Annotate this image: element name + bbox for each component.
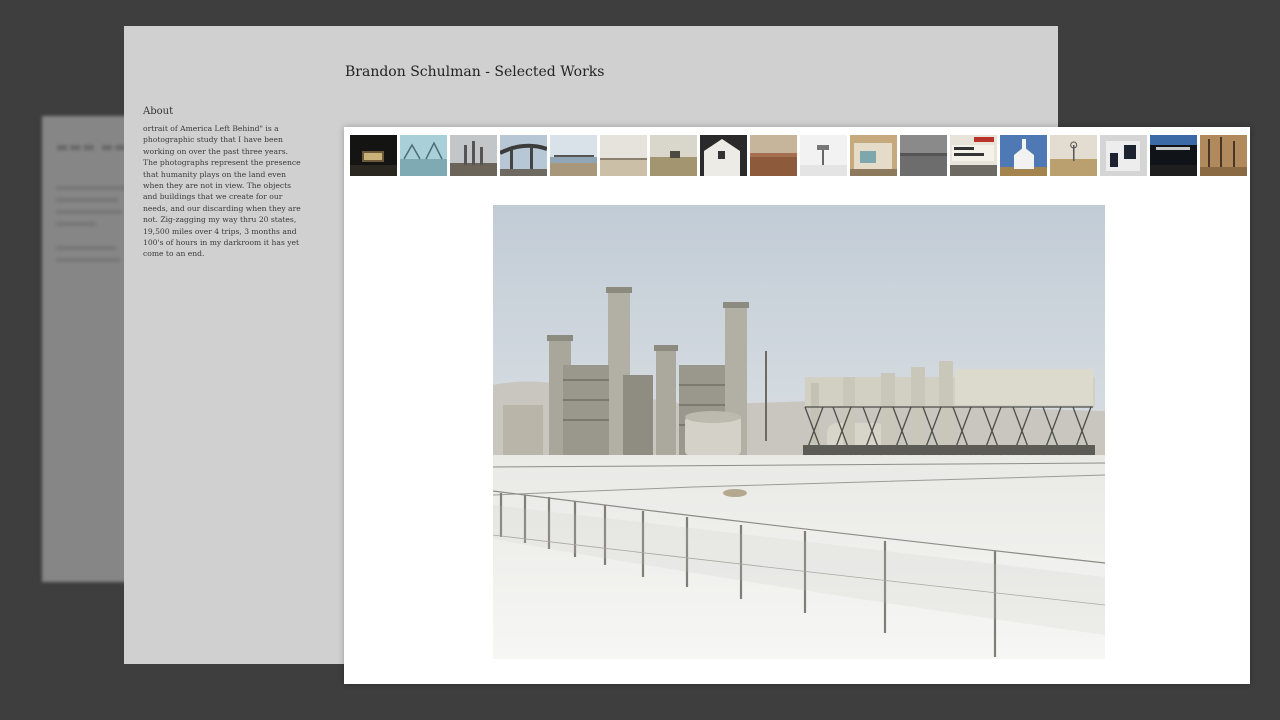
thumbnail-flat-landscape[interactable] xyxy=(600,135,647,176)
thumbnail-motel-sign[interactable] xyxy=(950,135,997,176)
thumbnail-field[interactable] xyxy=(650,135,697,176)
thumbnail-smokestacks[interactable] xyxy=(450,135,497,176)
background-page-title: ▬▬▬ ▬▬ xyxy=(56,140,128,155)
background-text-line xyxy=(56,222,96,226)
thumbnail-white-house[interactable] xyxy=(700,135,747,176)
thumbnail-trees[interactable] xyxy=(1200,135,1247,176)
thumbnail-church[interactable] xyxy=(1000,135,1047,176)
thumbnail-desert[interactable] xyxy=(750,135,797,176)
background-text-line xyxy=(56,258,120,262)
thumbnail-distant-bridge[interactable] xyxy=(550,135,597,176)
site-title[interactable]: Brandon Schulman - Selected Works xyxy=(345,64,604,80)
background-text-line xyxy=(56,198,118,202)
gallery-panel xyxy=(344,127,1250,684)
thumbnail-windmill[interactable] xyxy=(1050,135,1097,176)
thumbnail-bridge[interactable] xyxy=(500,135,547,176)
background-text-line xyxy=(56,186,126,190)
thumbnail-modern-building[interactable] xyxy=(1100,135,1147,176)
thumbnail-strip xyxy=(350,135,1250,177)
about-heading[interactable]: About xyxy=(143,106,173,117)
background-text-line xyxy=(56,210,122,214)
thumbnail-storefront[interactable] xyxy=(850,135,897,176)
thumbnail-gray-flat[interactable] xyxy=(900,135,947,176)
background-text-line xyxy=(56,246,116,250)
thumbnail-night-road[interactable] xyxy=(1150,135,1197,176)
thumbnail-blue-industrial[interactable] xyxy=(400,135,447,176)
about-text: ortrait of America Left Behind" is a pho… xyxy=(143,124,301,259)
thumbnail-snow-sign[interactable] xyxy=(800,135,847,176)
thumbnail-night-building[interactable] xyxy=(350,135,397,176)
main-photo-power-plant[interactable] xyxy=(493,205,1105,659)
